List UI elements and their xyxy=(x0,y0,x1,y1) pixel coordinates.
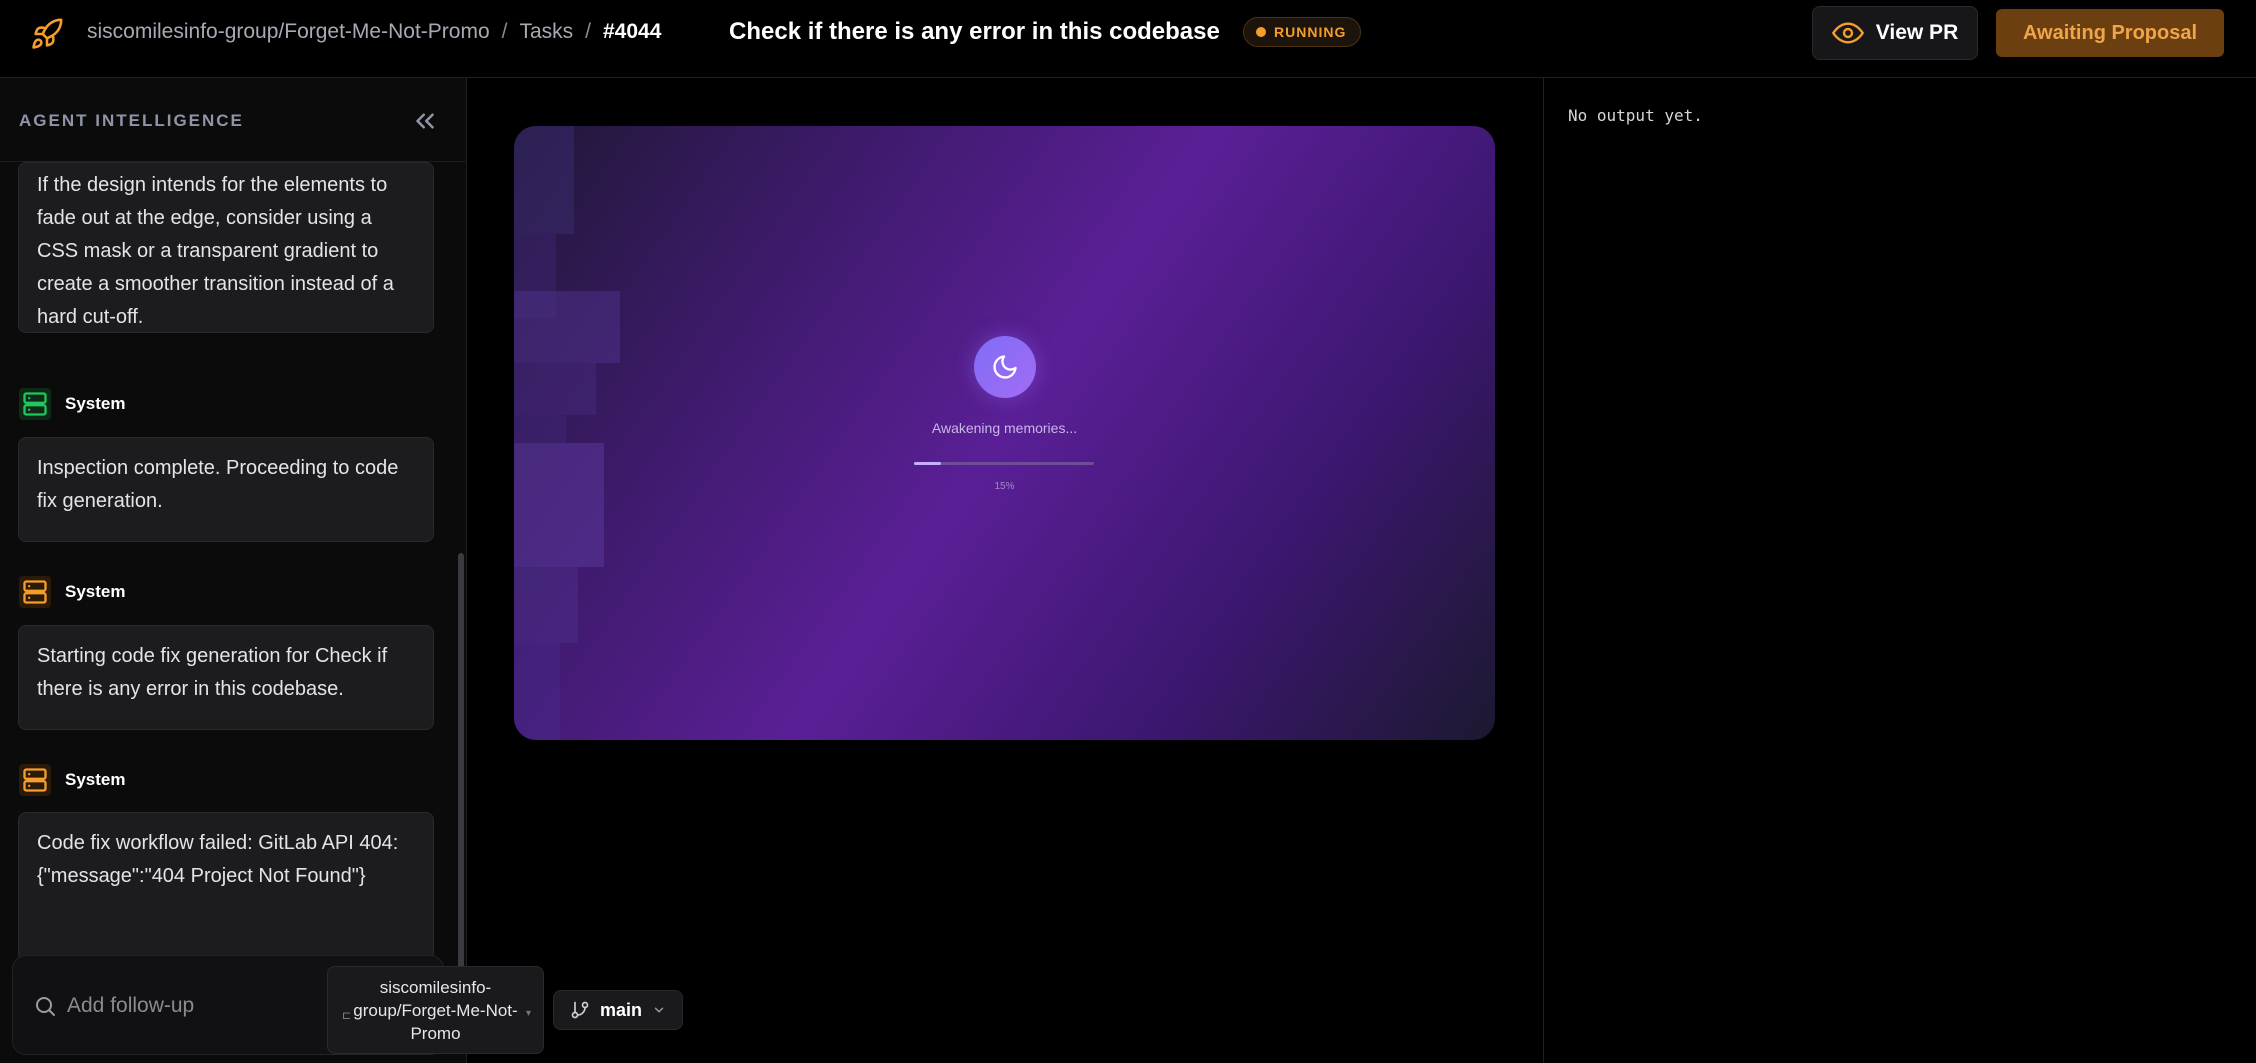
app-preview: Awakening memories... 15% xyxy=(514,126,1495,740)
status-label: RUNNING xyxy=(1274,24,1347,40)
sender-name: System xyxy=(65,394,126,413)
repo-selector[interactable]: ⊏ siscomilesinfo-group/Forget-Me-Not-Pro… xyxy=(327,966,544,1054)
agent-sidebar: AGENT INTELLIGENCE If the design intends… xyxy=(0,78,467,1063)
progress-bar xyxy=(914,462,1094,465)
collapse-sidebar-icon[interactable] xyxy=(410,106,440,136)
status-dot-icon xyxy=(1256,27,1266,37)
chat-message: If the design intends for the elements t… xyxy=(18,162,434,333)
branch-selector[interactable]: main xyxy=(553,990,683,1030)
branch-label: main xyxy=(599,999,642,1020)
server-icon xyxy=(19,764,51,796)
git-branch-icon xyxy=(571,1001,589,1019)
output-panel: No output yet. xyxy=(1543,78,2256,1063)
server-icon xyxy=(19,576,51,608)
breadcrumb-repo[interactable]: siscomilesinfo-group/Forget-Me-Not-Promo xyxy=(87,20,490,44)
sidebar-header: AGENT INTELLIGENCE xyxy=(0,78,467,162)
view-pr-button[interactable]: View PR xyxy=(1812,6,1978,60)
awaiting-proposal-button[interactable]: Awaiting Proposal xyxy=(1996,9,2224,57)
breadcrumb-task-id: #4044 xyxy=(603,20,662,43)
chevron-down-icon: ▾ xyxy=(525,1008,531,1019)
breadcrumb-separator: / xyxy=(501,20,508,43)
view-pr-label: View PR xyxy=(1875,21,1959,44)
moon-icon xyxy=(974,336,1036,398)
follow-up-input[interactable] xyxy=(67,986,267,1026)
message-sender: System xyxy=(19,763,125,797)
output-text: No output yet. xyxy=(1568,106,1703,125)
chat-message: Inspection complete. Proceeding to code … xyxy=(18,437,434,542)
progress-bar-fill xyxy=(914,462,941,465)
loading-text: Awakening memories... xyxy=(931,420,1078,436)
message-sender: System xyxy=(19,575,125,609)
sidebar-scrollbar[interactable] xyxy=(458,553,464,993)
top-bar: siscomilesinfo-group/Forget-Me-Not-Promo… xyxy=(0,0,2256,78)
breadcrumb-separator: / xyxy=(585,20,591,43)
sidebar-title: AGENT INTELLIGENCE xyxy=(19,111,244,130)
page-title: Check if there is any error in this code… xyxy=(729,18,1220,45)
sender-name: System xyxy=(65,582,126,601)
repo-icon: ⊏ xyxy=(342,1010,352,1022)
message-sender: System xyxy=(19,387,125,421)
breadcrumb: siscomilesinfo-group/Forget-Me-Not-Promo… xyxy=(87,0,661,64)
chevron-down-icon xyxy=(654,1007,664,1013)
breadcrumb-tasks[interactable]: Tasks xyxy=(519,20,573,44)
search-icon xyxy=(36,997,55,1016)
chat-message: Code fix workflow failed: GitLab API 404… xyxy=(18,812,434,962)
status-badge: RUNNING xyxy=(1243,17,1362,47)
repo-selector-label: siscomilesinfo-group/Forget-Me-Not-Promo xyxy=(353,977,518,1043)
eye-icon xyxy=(1831,22,1864,44)
progress-label: 15% xyxy=(994,481,1015,492)
server-icon xyxy=(19,388,51,420)
chat-message: Starting code fix generation for Check i… xyxy=(18,625,434,730)
sender-name: System xyxy=(65,770,126,789)
rocket-icon[interactable] xyxy=(30,17,64,51)
